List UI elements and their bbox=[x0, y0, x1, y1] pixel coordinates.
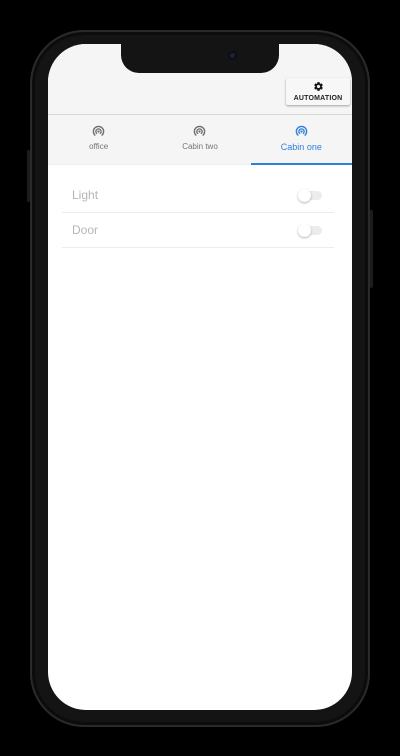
broadcast-icon bbox=[194, 125, 206, 136]
tab-bar: office Cabin two Cabin one bbox=[48, 115, 352, 165]
door-toggle[interactable] bbox=[298, 224, 322, 237]
tab-cabin-two[interactable]: Cabin two bbox=[149, 115, 250, 164]
tab-label-cabin-two: Cabin two bbox=[182, 142, 218, 151]
list-item: Light bbox=[62, 178, 334, 213]
toggle-thumb bbox=[298, 224, 311, 237]
tab-label-office: office bbox=[89, 142, 109, 151]
notch bbox=[121, 40, 279, 73]
app-screen: AUTOMATION office Cabin two Cabin one Li… bbox=[48, 44, 352, 710]
toggle-thumb bbox=[298, 189, 311, 202]
device-label-light: Light bbox=[72, 188, 99, 202]
volume-button bbox=[27, 150, 30, 202]
light-toggle[interactable] bbox=[298, 189, 322, 202]
list-item: Door bbox=[62, 213, 334, 248]
tab-cabin-one[interactable]: Cabin one bbox=[250, 115, 352, 165]
automation-label: AUTOMATION bbox=[293, 95, 343, 102]
broadcast-icon bbox=[92, 125, 105, 136]
broadcast-icon bbox=[295, 125, 308, 136]
automation-button[interactable]: AUTOMATION bbox=[286, 78, 350, 105]
power-button bbox=[370, 210, 373, 288]
camera-icon bbox=[228, 51, 237, 60]
tab-office[interactable]: office bbox=[48, 115, 149, 164]
gear-icon bbox=[313, 82, 323, 91]
tab-label-cabin-one: Cabin one bbox=[280, 142, 322, 152]
device-label-door: Door bbox=[72, 223, 99, 237]
device-list: Light Door bbox=[62, 178, 334, 248]
